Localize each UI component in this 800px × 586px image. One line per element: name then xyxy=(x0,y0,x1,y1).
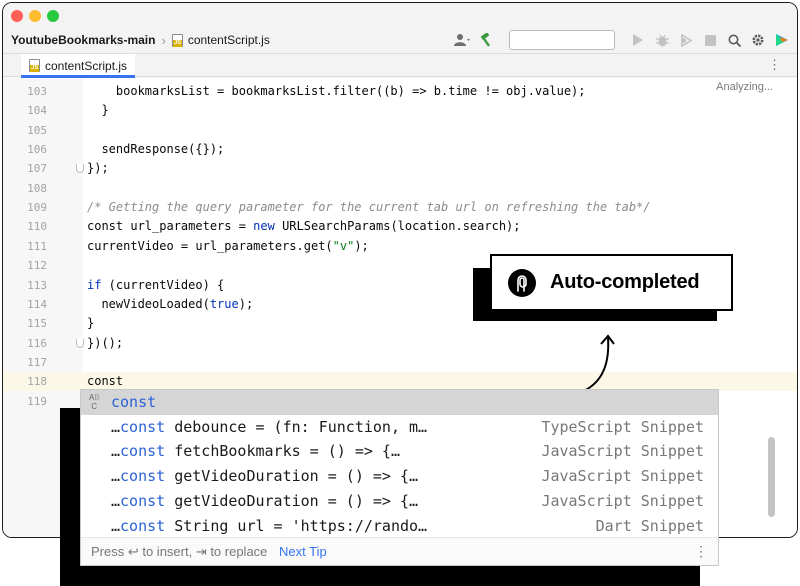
js-file-icon xyxy=(171,33,183,47)
tab-label: contentScript.js xyxy=(45,58,128,73)
title-bar xyxy=(3,3,797,29)
run-configuration-select[interactable] xyxy=(509,30,615,50)
breadcrumb-project[interactable]: YoutubeBookmarks-main xyxy=(11,33,155,47)
code-line[interactable]: 111 currentVideo = url_parameters.get("v"… xyxy=(3,237,797,256)
line-number: 105 xyxy=(27,123,47,137)
code-line[interactable]: 110 const url_parameters = new URLSearchP… xyxy=(3,217,797,236)
run-icon[interactable] xyxy=(629,31,647,49)
maximize-window-button[interactable] xyxy=(47,10,59,22)
code-text: currentVideo = url_parameters.get("v"); xyxy=(87,238,369,253)
autocomplete-item[interactable]: AB C const xyxy=(81,390,718,415)
tab-content-script[interactable]: contentScript.js xyxy=(21,54,136,78)
search-icon[interactable] xyxy=(725,31,743,49)
main-toolbar xyxy=(453,29,791,51)
keyword-abc-icon: AB C xyxy=(89,393,100,411)
code-line[interactable]: 106 sendResponse({}); xyxy=(3,140,797,159)
stop-icon[interactable] xyxy=(701,31,719,49)
completion-text: const xyxy=(111,393,157,411)
line-number: 107 xyxy=(27,162,47,176)
completion-text: …const fetchBookmarks = () => {… xyxy=(111,442,400,461)
editor-tabs: contentScript.js ⋮ xyxy=(3,53,797,78)
line-number: 106 xyxy=(27,143,47,157)
minimize-window-button[interactable] xyxy=(29,10,41,22)
code-line[interactable]: 105 xyxy=(3,121,797,140)
code-text: newVideoLoaded(true); xyxy=(87,296,254,311)
popup-menu-icon[interactable]: ⋮ xyxy=(694,538,708,565)
line-number: 112 xyxy=(27,259,47,273)
editor-scrollbar[interactable] xyxy=(768,437,775,517)
debug-icon[interactable] xyxy=(653,31,671,49)
next-tip-link[interactable]: Next Tip xyxy=(279,544,327,559)
brand-logo-icon xyxy=(508,268,536,297)
code-line[interactable]: 117 xyxy=(3,353,797,372)
code-line[interactable]: 108 xyxy=(3,179,797,198)
autocomplete-item[interactable]: …const String url = 'https://rando… Dart … xyxy=(81,514,718,539)
js-file-icon xyxy=(29,59,40,72)
line-number: 114 xyxy=(27,297,47,311)
code-line[interactable]: 103 bookmarksList = bookmarksList.filter… xyxy=(3,82,797,101)
line-number: 117 xyxy=(27,355,47,369)
chevron-right-icon: › xyxy=(161,32,166,48)
line-number: 104 xyxy=(27,104,47,118)
completion-type: JavaScript Snippet xyxy=(541,467,704,486)
autocomplete-item[interactable]: …const fetchBookmarks = () => {… JavaScri… xyxy=(81,439,718,464)
code-text: if (currentVideo) { xyxy=(87,277,225,292)
popup-footer: Press ↩ to insert, ⇥ to replace Next Tip… xyxy=(81,537,718,565)
autocomplete-item[interactable]: …const debounce = (fn: Function, m… TypeS… xyxy=(81,415,718,440)
completion-text: …const getVideoDuration = () => {… xyxy=(111,491,419,510)
code-text: const url_parameters = new URLSearchPara… xyxy=(87,219,521,234)
line-number: 108 xyxy=(27,181,47,195)
autocomplete-item[interactable]: …const getVideoDuration = () => {… JavaSc… xyxy=(81,464,718,489)
line-number: 119 xyxy=(27,394,47,408)
callout-label: Auto-completed xyxy=(550,271,700,293)
code-line[interactable]: 116 })(); xyxy=(3,334,797,353)
autocomplete-popup: AB C const …const debounce = (fn: Function… xyxy=(80,389,719,566)
code-line[interactable]: 107}); xyxy=(3,159,797,178)
more-vertical-icon[interactable]: ⋮ xyxy=(768,57,781,73)
coverage-icon[interactable] xyxy=(677,31,695,49)
code-text: sendResponse({}); xyxy=(87,142,225,157)
line-number: 109 xyxy=(27,201,47,215)
line-number: 113 xyxy=(27,278,47,292)
fold-marker-icon[interactable] xyxy=(76,164,84,174)
code-text: bookmarksList = bookmarksList.filter((b)… xyxy=(87,84,586,98)
line-number: 103 xyxy=(27,85,47,98)
breadcrumb-file[interactable]: contentScript.js xyxy=(188,33,270,47)
fold-marker-icon[interactable] xyxy=(76,338,84,348)
code-text: } xyxy=(87,316,95,331)
gear-icon[interactable] xyxy=(749,31,767,49)
user-icon[interactable] xyxy=(453,31,471,49)
close-window-button[interactable] xyxy=(11,10,23,22)
code-text: } xyxy=(87,103,109,118)
code-text: /* Getting the query parameter for the c… xyxy=(87,200,651,215)
insert-hint: Press ↩ to insert, ⇥ to replace xyxy=(91,544,268,559)
code-text: })(); xyxy=(87,335,124,350)
completion-type: Dart Snippet xyxy=(595,516,704,535)
completion-text: …const String url = 'https://rando… xyxy=(111,516,428,535)
completion-type: TypeScript Snippet xyxy=(541,417,704,436)
line-number: 116 xyxy=(27,336,47,350)
completion-text: …const getVideoDuration = () => {… xyxy=(111,467,419,486)
line-number: 111 xyxy=(27,239,47,253)
line-number: 118 xyxy=(27,375,47,389)
code-line[interactable]: 109 /* Getting the query parameter for th… xyxy=(3,198,797,217)
completion-text: …const debounce = (fn: Function, m… xyxy=(111,417,428,436)
plugin-icon[interactable] xyxy=(773,31,791,49)
line-number: 115 xyxy=(27,317,47,331)
auto-completed-callout: Auto-completed xyxy=(490,254,733,311)
hammer-icon[interactable] xyxy=(477,31,495,49)
completion-type: JavaScript Snippet xyxy=(541,442,704,461)
line-number: 110 xyxy=(27,220,47,234)
code-text: }); xyxy=(87,161,109,176)
completion-type: JavaScript Snippet xyxy=(541,491,704,510)
code-line[interactable]: 104 } xyxy=(3,101,797,120)
autocomplete-item[interactable]: …const getVideoDuration = () => {… JavaSc… xyxy=(81,489,718,514)
